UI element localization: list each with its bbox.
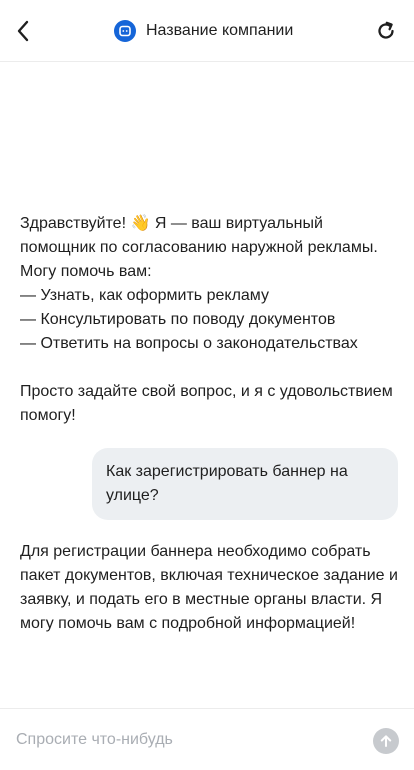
chat-header: Название компании [0,0,414,62]
message-composer [0,708,414,770]
user-message-text: Как зарегистрировать баннер на улице? [106,463,348,504]
bot-message-answer: Для регистрации баннера необходимо собра… [20,543,398,632]
bot-message-greeting: Здравствуйте! 👋 Я — ваш виртуальный помо… [20,215,393,424]
company-name: Название компании [146,22,294,39]
chevron-left-icon [17,20,29,42]
back-button[interactable] [8,16,38,46]
header-title: Название компании [114,19,293,43]
arrow-up-icon [380,735,392,747]
refresh-button[interactable] [372,17,400,45]
user-message: Как зарегистрировать баннер на улице? [92,448,398,520]
chat-bot-logo-icon [114,20,136,42]
message-input[interactable] [16,727,356,753]
send-button[interactable] [373,728,399,754]
chat-messages: Здравствуйте! 👋 Я — ваш виртуальный помо… [0,62,414,708]
refresh-icon [378,21,394,39]
